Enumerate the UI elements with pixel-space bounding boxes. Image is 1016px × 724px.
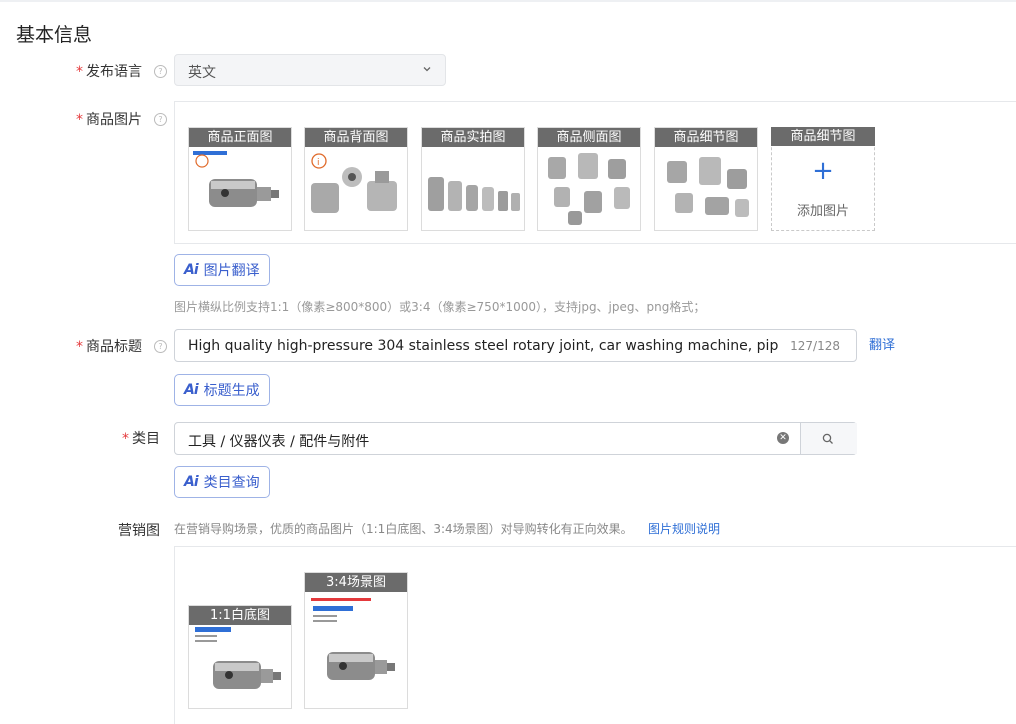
section-title: 基本信息 bbox=[16, 24, 93, 46]
image-format-hint: 图片横纵比例支持1:1（像素≥800*800）或3:4（像素≥750*1000）… bbox=[174, 300, 706, 314]
ai-icon: Ai bbox=[184, 382, 199, 398]
marketing-label: 营销图 bbox=[118, 523, 160, 539]
title-generate-button[interactable]: Ai 标题生成 bbox=[174, 374, 270, 406]
add-image-button[interactable]: 商品细节图 + 添加图片 bbox=[771, 127, 875, 231]
help-icon[interactable]: ? bbox=[154, 113, 167, 126]
add-image-label: 添加图片 bbox=[796, 204, 849, 219]
image-caption: 商品细节图 bbox=[655, 128, 757, 147]
image-caption: 商品侧面图 bbox=[538, 128, 640, 147]
category-label: * 类目 bbox=[122, 428, 160, 448]
title-generate-label: 标题生成 bbox=[203, 383, 260, 399]
required-star: * bbox=[122, 431, 129, 447]
language-select[interactable]: 英文 bbox=[174, 54, 446, 86]
product-images-label-text: 商品图片 bbox=[86, 112, 142, 128]
marketing-image-white[interactable]: 1:1白底图 bbox=[188, 605, 292, 709]
marketing-hint: 在营销导购场景，优质的商品图片（1:1白底图、3:4场景图）对导购转化有正向效果… bbox=[174, 522, 633, 536]
image-caption: 1:1白底图 bbox=[189, 606, 291, 625]
rotary-joint-image bbox=[193, 151, 279, 207]
image-caption: 商品细节图 bbox=[771, 127, 875, 146]
title-label-text: 商品标题 bbox=[86, 339, 142, 355]
title-label: * 商品标题 bbox=[76, 336, 142, 356]
product-image-side[interactable]: 商品侧面图 bbox=[537, 127, 641, 231]
image-rules-link[interactable]: 图片规则说明 bbox=[648, 520, 720, 537]
rotary-joint-image bbox=[548, 153, 630, 225]
plus-icon: + bbox=[812, 156, 834, 186]
image-translate-label: 图片翻译 bbox=[203, 263, 260, 279]
required-star: * bbox=[76, 112, 83, 128]
search-icon bbox=[822, 433, 833, 444]
category-value: 工具 / 仪器仪表 / 配件与附件 bbox=[188, 434, 370, 450]
ai-icon: Ai bbox=[184, 474, 199, 490]
image-caption: 商品实拍图 bbox=[422, 128, 524, 147]
product-image-detail[interactable]: 商品细节图 bbox=[654, 127, 758, 231]
top-divider bbox=[0, 0, 1016, 2]
product-image-back[interactable]: 商品背面图 i bbox=[304, 127, 408, 231]
product-image-front[interactable]: 商品正面图 bbox=[188, 127, 292, 231]
category-input[interactable]: 工具 / 仪器仪表 / 配件与附件 ✕ bbox=[174, 422, 857, 455]
ai-icon: Ai bbox=[184, 262, 199, 278]
category-label-text: 类目 bbox=[132, 431, 160, 447]
category-query-button[interactable]: Ai 类目查询 bbox=[174, 466, 270, 498]
category-query-label: 类目查询 bbox=[203, 475, 260, 491]
marketing-images-panel bbox=[174, 546, 1016, 724]
product-images-label: * 商品图片 bbox=[76, 109, 142, 129]
image-caption: 商品背面图 bbox=[305, 128, 407, 147]
image-caption: 3:4场景图 bbox=[305, 573, 407, 592]
title-input[interactable]: High quality high-pressure 304 stainless… bbox=[174, 329, 857, 362]
language-value: 英文 bbox=[188, 65, 216, 81]
product-image-actual[interactable]: 商品实拍图 bbox=[421, 127, 525, 231]
clear-icon[interactable]: ✕ bbox=[777, 432, 789, 444]
language-label: * 发布语言 bbox=[76, 61, 142, 81]
svg-text:i: i bbox=[317, 158, 320, 168]
rotary-joint-image bbox=[195, 627, 281, 689]
help-icon[interactable]: ? bbox=[154, 340, 167, 353]
rotary-joint-image: i bbox=[311, 153, 397, 213]
char-count: 127/128 bbox=[790, 339, 840, 353]
image-translate-button[interactable]: Ai 图片翻译 bbox=[174, 254, 270, 286]
translate-link[interactable]: 翻译 bbox=[869, 334, 895, 353]
required-star: * bbox=[76, 64, 83, 80]
title-value: High quality high-pressure 304 stainless… bbox=[188, 338, 778, 354]
image-caption: 商品正面图 bbox=[189, 128, 291, 147]
chevron-down-icon bbox=[423, 67, 431, 72]
category-search-button[interactable] bbox=[800, 423, 857, 454]
marketing-image-scene[interactable]: 3:4场景图 bbox=[304, 572, 408, 709]
rotary-joint-image bbox=[428, 177, 520, 211]
language-label-text: 发布语言 bbox=[86, 64, 142, 80]
rotary-joint-image bbox=[667, 157, 749, 217]
rotary-joint-image bbox=[311, 598, 395, 680]
help-icon[interactable]: ? bbox=[154, 65, 167, 78]
required-star: * bbox=[76, 339, 83, 355]
